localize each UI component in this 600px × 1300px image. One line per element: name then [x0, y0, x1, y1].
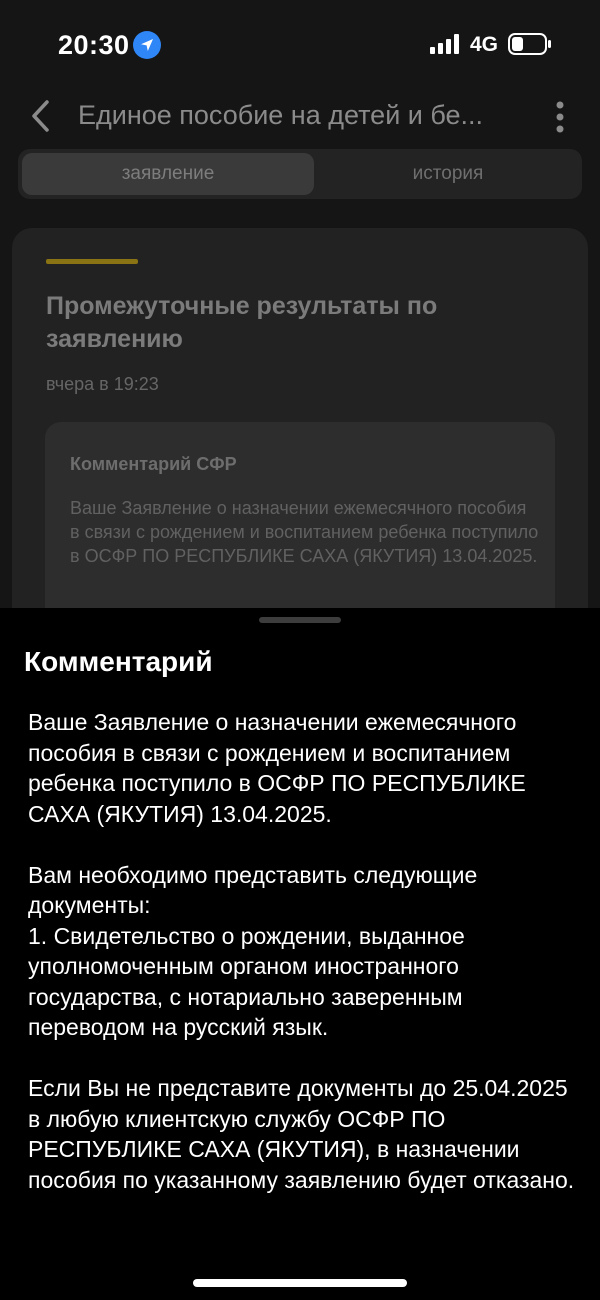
segmented-tabs: заявление история — [18, 149, 582, 199]
comment-box-title: Комментарий СФР — [70, 454, 237, 474]
signal-icon — [430, 34, 459, 54]
card-date: вчера в 19:23 — [46, 374, 159, 394]
sheet-paragraph-1: Ваше Заявление о назначении ежемесячного… — [28, 709, 526, 827]
card-accent-line — [46, 259, 138, 264]
tab-application[interactable]: заявление — [22, 153, 314, 195]
status-bar: 20:30 4G — [0, 0, 600, 90]
result-card: Промежуточные результаты по заявлению вч… — [12, 228, 588, 608]
sheet-paragraph-2: Вам необходимо представить следующие док… — [28, 861, 478, 1041]
tab-history[interactable]: история — [318, 153, 578, 195]
sheet-paragraph-3: Если Вы не представите документы до 25.0… — [28, 1075, 575, 1193]
home-indicator[interactable] — [193, 1279, 407, 1287]
page-title: Единое пособие на детей и бе... — [78, 100, 484, 130]
app-background: 20:30 4G Единое пособие на детей и бе... — [0, 0, 600, 608]
back-chevron-icon[interactable] — [28, 98, 52, 134]
sheet-body: Ваше Заявление о назначении ежемесячного… — [28, 707, 576, 1226]
network-type: 4G — [470, 33, 499, 56]
comment-box-text: Ваше Заявление о назначении ежемесячного… — [70, 498, 539, 566]
sheet-title: Комментарий — [24, 646, 213, 677]
comment-box[interactable]: Комментарий СФР Ваше Заявление о назначе… — [45, 422, 555, 608]
comment-bottom-sheet: Комментарий Ваше Заявление о назначении … — [0, 608, 600, 1300]
nav-header: Единое пособие на детей и бе... — [0, 90, 600, 146]
card-title: Промежуточные результаты по заявлению — [46, 292, 438, 353]
more-vertical-icon[interactable] — [552, 100, 568, 134]
location-arrow-icon — [133, 31, 161, 59]
status-time: 20:30 — [58, 30, 130, 60]
battery-icon — [508, 33, 551, 55]
sheet-grabber[interactable] — [259, 617, 341, 623]
